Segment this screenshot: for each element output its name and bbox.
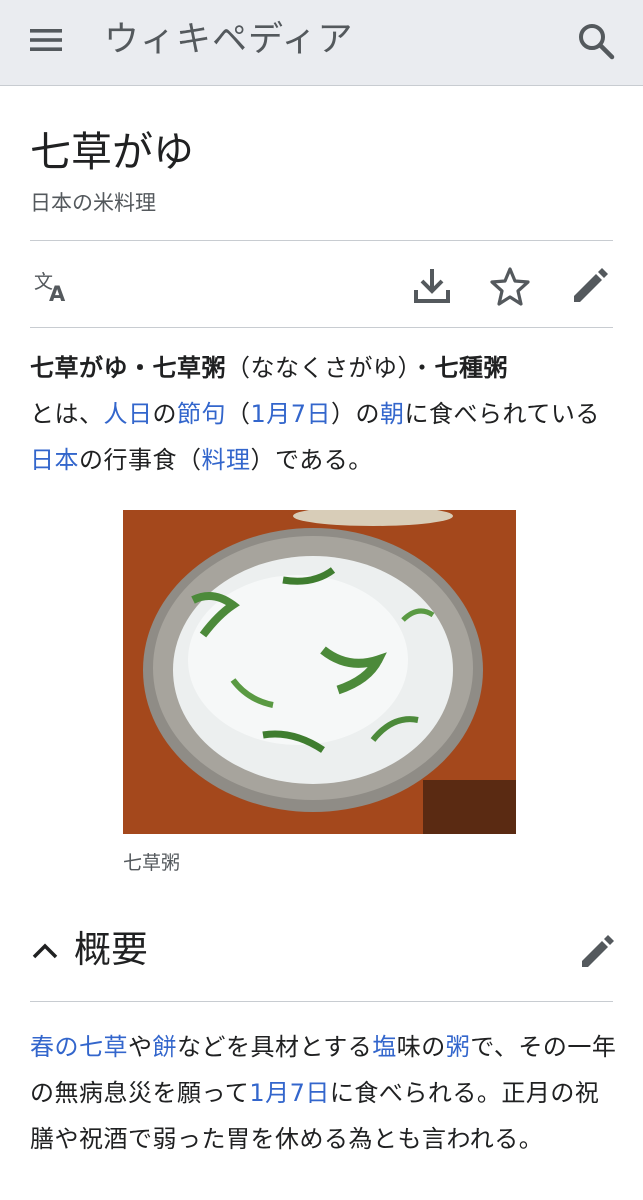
link-asa[interactable]: 朝 xyxy=(380,400,405,428)
pencil-icon[interactable] xyxy=(577,932,617,972)
watch-star-button[interactable] xyxy=(488,264,532,308)
text: ）の xyxy=(331,400,381,428)
language-icon: 文 A xyxy=(34,271,66,306)
page-description: 日本の米料理 xyxy=(30,191,156,215)
nanakusa-gayu-photo[interactable] xyxy=(123,510,516,834)
link-haru-no-nanakusa[interactable]: 春の七草 xyxy=(30,1033,128,1061)
link-ryouri[interactable]: 料理 xyxy=(202,446,251,474)
link-shio[interactable]: 塩 xyxy=(372,1033,397,1061)
link-jan7[interactable]: 1月7日 xyxy=(249,1079,330,1107)
link-nihon[interactable]: 日本 xyxy=(30,446,79,474)
section-header-overview[interactable]: 概要 xyxy=(30,922,615,978)
link-sekku[interactable]: 節句 xyxy=(177,400,226,428)
menu-icon[interactable] xyxy=(28,22,64,58)
download-icon xyxy=(414,269,450,303)
text: などを具材とする xyxy=(177,1033,373,1061)
language-button[interactable]: 文 A xyxy=(30,264,74,308)
svg-text:A: A xyxy=(49,282,66,306)
text: （ななくさがゆ）・ xyxy=(226,354,435,382)
download-button[interactable] xyxy=(410,264,454,308)
chevron-up-icon[interactable] xyxy=(30,936,60,966)
search-icon[interactable] xyxy=(575,20,617,62)
divider xyxy=(30,240,613,241)
text: （ xyxy=(226,400,251,428)
link-jan7[interactable]: 1月7日 xyxy=(251,400,332,428)
text: ）である。 xyxy=(250,446,373,474)
page-title: 七草がゆ xyxy=(30,128,194,176)
top-bar: ウィキペディア xyxy=(0,0,643,86)
text: の xyxy=(152,400,177,428)
wikipedia-logo[interactable]: ウィキペディア xyxy=(104,14,354,66)
intro-paragraph: 七草がゆ・七草粥（ななくさがゆ）・七種粥とは、人日の節句（1月7日）の朝に食べら… xyxy=(30,345,620,483)
edit-page-button[interactable] xyxy=(568,264,612,308)
link-kayu[interactable]: 粥 xyxy=(446,1033,471,1061)
star-icon xyxy=(490,267,530,306)
figure-caption: 七草粥 xyxy=(123,852,181,874)
overview-paragraph: 春の七草や餅などを具材とする塩味の粥で、その一年の無病息災を願って1月7日に食べ… xyxy=(30,1024,620,1162)
text: に食べられている xyxy=(404,400,600,428)
divider xyxy=(30,1001,613,1002)
text: や xyxy=(128,1033,153,1061)
section-title: 概要 xyxy=(74,928,148,971)
text: 味の xyxy=(396,1033,446,1061)
pencil-icon xyxy=(574,268,608,302)
bold-term: 七草がゆ・七草粥 xyxy=(30,354,226,382)
text: の行事食（ xyxy=(79,446,202,474)
link-jinjitsu[interactable]: 人日 xyxy=(104,400,153,428)
text: とは、 xyxy=(30,400,104,428)
bold-term: 七種粥 xyxy=(434,354,508,382)
link-mochi[interactable]: 餅 xyxy=(153,1033,178,1061)
divider xyxy=(30,327,613,328)
